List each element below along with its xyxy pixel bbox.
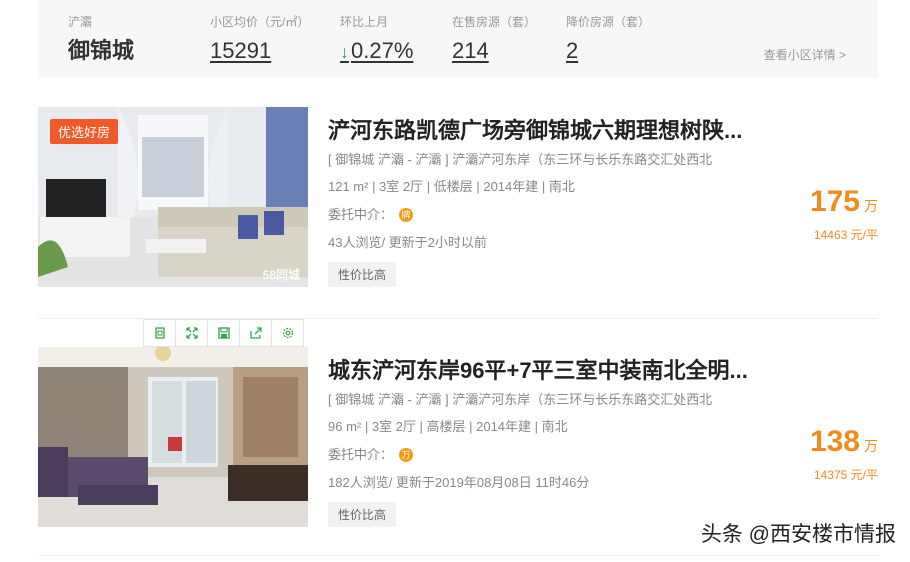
settings-icon[interactable] <box>271 319 304 347</box>
community-stats-bar: 浐灞 御锦城 小区均价（元/㎡） 15291 环比上月 ↓0.27% 在售房源（… <box>38 0 878 78</box>
crop-icon[interactable] <box>143 319 176 347</box>
community-name[interactable]: 御锦城 <box>68 38 134 64</box>
price-number: 138 <box>809 425 860 458</box>
listing-title[interactable]: 城东浐河东岸96平+7平三室中装南北全明... <box>328 353 798 385</box>
reduced-label: 降价房源（套） <box>566 15 651 29</box>
listing-unit-price: 14463 元/平 <box>813 228 878 242</box>
listing-location[interactable]: [ 御锦城 浐灞 - 浐灞 ] 浐灞浐河东岸（东三环与长乐东路交汇处西北 <box>328 151 712 169</box>
avg-price-stat: 小区均价（元/㎡） 15291 <box>210 14 309 64</box>
price-number: 175 <box>809 185 860 218</box>
district-label: 浐灞 <box>68 15 93 29</box>
listing-agent: 委托中介： 万 <box>328 446 414 464</box>
listing-price: 175 万 <box>810 185 878 219</box>
listing-unit-price: 14375 元/平 <box>813 468 878 482</box>
mom-value-wrap[interactable]: ↓0.27% <box>340 38 413 65</box>
listing-photo[interactable]: 优选好房 58同城 <box>38 107 308 287</box>
listing-agent: 委托中介： 牌 <box>328 206 414 224</box>
mom-value: 0.27% <box>351 38 414 63</box>
share-icon[interactable] <box>239 319 272 347</box>
reduced-value[interactable]: 2 <box>566 38 650 64</box>
listing-views: 43人浏览/ 更新于2小时以前 <box>328 235 487 250</box>
price-unit: 万 <box>864 438 878 454</box>
save-icon[interactable] <box>207 319 240 347</box>
listing-tag: 性价比高 <box>328 262 397 287</box>
agent-label: 委托中介： <box>328 447 394 462</box>
photo-watermark: 58同城 <box>262 268 300 282</box>
agent-badge-icon[interactable]: 万 <box>399 448 414 462</box>
listing-photo[interactable] <box>38 347 308 527</box>
image-toolbar <box>143 319 304 347</box>
price-unit: 万 <box>864 198 878 214</box>
listing-location[interactable]: [ 御锦城 浐灞 - 浐灞 ] 浐灞浐河东岸（东三环与长乐东路交汇处西北 <box>328 391 712 409</box>
listing-card[interactable]: 优选好房 58同城 浐河东路凯德广场旁御锦城六期理想树陕... [ 御锦城 浐灞… <box>38 107 878 287</box>
listing-title[interactable]: 浐河东路凯德广场旁御锦城六期理想树陕... <box>328 113 798 145</box>
listing-meta: 121 m² | 3室 2厅 | 低楼层 | 2014年建 | 南北 <box>328 179 575 194</box>
footer-watermark: 头条 @西安楼市情报 <box>700 523 896 546</box>
mom-label: 环比上月 <box>340 15 389 29</box>
on-sale-stat: 在售房源（套） 214 <box>452 14 536 64</box>
agent-label: 委托中介： <box>328 207 394 222</box>
arrow-down-icon: ↓ <box>340 42 349 62</box>
mom-stat: 环比上月 ↓0.27% <box>340 14 413 65</box>
avg-price-label: 小区均价（元/㎡） <box>210 15 310 29</box>
listing-tag: 性价比高 <box>328 502 397 527</box>
on-sale-value[interactable]: 214 <box>452 38 536 64</box>
community-detail-link[interactable]: 查看小区详情 > <box>764 46 846 63</box>
expand-icon[interactable] <box>175 319 208 347</box>
listing-price: 138 万 <box>810 425 878 459</box>
list-divider <box>38 555 878 556</box>
listing-views: 182人浏览/ 更新于2019年08月08日 11时46分 <box>328 475 590 490</box>
community-stat: 浐灞 御锦城 <box>68 14 134 64</box>
featured-badge: 优选好房 <box>50 119 119 144</box>
living-room-image <box>38 347 308 527</box>
listing-meta: 96 m² | 3室 2厅 | 高楼层 | 2014年建 | 南北 <box>328 419 568 434</box>
agent-badge-icon[interactable]: 牌 <box>399 208 414 222</box>
reduced-stat: 降价房源（套） 2 <box>566 14 650 64</box>
on-sale-label: 在售房源（套） <box>452 15 537 29</box>
avg-price-value[interactable]: 15291 <box>210 38 309 64</box>
